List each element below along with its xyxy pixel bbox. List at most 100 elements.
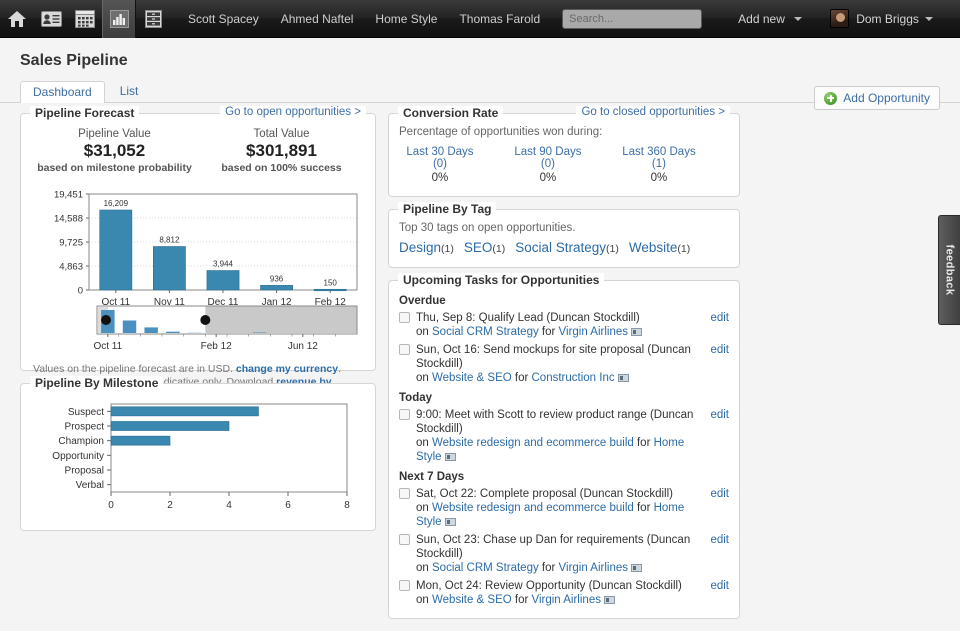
tag-name[interactable]: SEO: [464, 240, 493, 255]
tag-item[interactable]: Website(1): [629, 240, 690, 255]
task-opportunity-link[interactable]: Website redesign and ecommerce build: [432, 502, 634, 514]
go-to-open-opportunities-link[interactable]: Go to open opportunities >: [220, 106, 366, 118]
tag-item[interactable]: Social Strategy(1): [515, 240, 619, 255]
task-edit-link[interactable]: edit: [710, 533, 729, 547]
svg-text:Opportunity: Opportunity: [52, 451, 104, 462]
range-selector-bar: [253, 332, 266, 333]
milestone-bar[interactable]: [111, 407, 259, 416]
conversion-subtitle: Percentage of opportunities won during:: [399, 126, 729, 138]
task-company-link[interactable]: Construction Inc: [532, 372, 615, 384]
last-30-days-value: 0%: [432, 172, 449, 184]
tag-name[interactable]: Design: [399, 240, 441, 255]
svg-text:8,812: 8,812: [159, 236, 180, 245]
search-input[interactable]: [562, 9, 702, 29]
task-row: Mon, Oct 24: Review Opportunity (Duncan …: [399, 578, 729, 610]
milestone-bar[interactable]: [111, 421, 229, 430]
add-new-menu[interactable]: Add new: [738, 12, 802, 26]
nav-link-0[interactable]: Scott Spacey: [188, 12, 259, 26]
task-company-link[interactable]: Virgin Airlines: [532, 594, 601, 606]
task-company-link[interactable]: Virgin Airlines: [559, 562, 628, 574]
milestone-chart[interactable]: SuspectProspectChampionOpportunityPropos…: [31, 396, 365, 521]
task-edit-link[interactable]: edit: [710, 343, 729, 357]
task-opportunity-link[interactable]: Website redesign and ecommerce build: [432, 437, 634, 449]
task-checkbox[interactable]: [399, 409, 410, 420]
feedback-tab[interactable]: feedback: [938, 215, 960, 325]
tag-item[interactable]: SEO(1): [464, 240, 505, 255]
forecast-chart[interactable]: 04,8639,72514,58819,45116,209Oct 118,812…: [31, 182, 365, 355]
task-checkbox[interactable]: [399, 580, 410, 591]
task-on-label: on: [416, 437, 432, 449]
svg-text:Champion: Champion: [58, 436, 104, 447]
forecast-bar[interactable]: [100, 210, 132, 290]
home-icon[interactable]: [0, 0, 34, 38]
tag-item[interactable]: Design(1): [399, 240, 454, 255]
task-edit-link[interactable]: edit: [710, 579, 729, 593]
task-row: Sun, Oct 16: Send mockups for site propo…: [399, 342, 729, 388]
svg-text:0: 0: [78, 286, 83, 297]
total-value-stat: Total Value $301,891 based on 100% succe…: [198, 128, 365, 174]
task-checkbox[interactable]: [399, 488, 410, 499]
forecast-bar[interactable]: [207, 271, 239, 290]
task-checkbox[interactable]: [399, 534, 410, 545]
opportunity-card-icon: [604, 596, 615, 604]
forecast-bar[interactable]: [261, 285, 293, 290]
upcoming-tasks-legend: Upcoming Tasks for Opportunities: [398, 273, 604, 287]
tab-dashboard[interactable]: Dashboard: [20, 81, 105, 103]
task-on-label: on: [416, 594, 432, 606]
forecast-bar[interactable]: [153, 247, 185, 290]
task-row: Sun, Oct 23: Chase up Dan for requiremen…: [399, 532, 729, 578]
pipeline-by-tag-panel: Pipeline By Tag Top 30 tags on open oppo…: [388, 209, 740, 268]
recent-items-links: Scott Spacey Ahmed Naftel Home Style Tho…: [188, 12, 562, 26]
total-value-label: Total Value: [198, 128, 365, 140]
nav-link-3[interactable]: Thomas Farold: [459, 12, 540, 26]
task-opportunity-link[interactable]: Website & SEO: [432, 372, 512, 384]
task-edit-link[interactable]: edit: [710, 311, 729, 325]
last-360-days-link[interactable]: Last 360 Days (1): [615, 146, 703, 170]
add-opportunity-label: Add Opportunity: [843, 91, 930, 105]
last-30-days-link[interactable]: Last 30 Days (0): [399, 146, 481, 170]
task-opportunity-link[interactable]: Social CRM Strategy: [432, 326, 539, 338]
task-edit-link[interactable]: edit: [710, 408, 729, 422]
contacts-icon[interactable]: [34, 0, 68, 38]
tab-list[interactable]: List: [107, 80, 152, 102]
add-new-label: Add new: [738, 12, 785, 26]
milestone-bar[interactable]: [111, 436, 170, 445]
nav-link-1[interactable]: Ahmed Naftel: [281, 12, 354, 26]
last-90-days-link[interactable]: Last 90 Days (0): [507, 146, 589, 170]
task-group-title: Today: [399, 392, 729, 404]
range-handle-right[interactable]: [200, 315, 210, 325]
user-menu[interactable]: Dom Briggs: [830, 9, 933, 28]
task-opportunity-link[interactable]: Website & SEO: [432, 594, 512, 606]
nav-link-2[interactable]: Home Style: [375, 12, 437, 26]
svg-text:0: 0: [108, 500, 114, 511]
task-edit-link[interactable]: edit: [710, 487, 729, 501]
go-to-closed-opportunities-link[interactable]: Go to closed opportunities >: [576, 106, 730, 118]
page-title: Sales Pipeline: [20, 52, 960, 70]
bar-chart-icon[interactable]: [102, 0, 136, 38]
svg-text:Feb 12: Feb 12: [201, 341, 233, 352]
task-checkbox[interactable]: [399, 344, 410, 355]
tag-count: (1): [606, 243, 619, 255]
task-on-label: on: [416, 562, 432, 574]
user-name-label: Dom Briggs: [856, 12, 919, 26]
tag-subtitle: Top 30 tags on open opportunities.: [399, 222, 729, 234]
change-currency-link[interactable]: change my currency: [236, 363, 338, 375]
opportunity-card-icon: [631, 328, 642, 336]
task-row: Thu, Sep 8: Qualify Lead (Duncan Stockdi…: [399, 310, 729, 342]
top-navigation-bar: Scott Spacey Ahmed Naftel Home Style Tho…: [0, 0, 960, 38]
total-value-sub: based on 100% success: [198, 162, 365, 174]
chevron-down-icon: [794, 17, 802, 21]
tag-list: Design(1) SEO(1) Social Strategy(1) Webs…: [399, 240, 729, 255]
task-checkbox[interactable]: [399, 312, 410, 323]
calendar-icon[interactable]: [68, 0, 102, 38]
task-company-link[interactable]: Virgin Airlines: [559, 326, 628, 338]
add-opportunity-button[interactable]: Add Opportunity: [814, 86, 940, 110]
pipeline-by-tag-legend: Pipeline By Tag: [398, 202, 496, 216]
tag-name[interactable]: Website: [629, 240, 678, 255]
task-subtitle: on Website redesign and ecommerce build …: [416, 501, 702, 529]
range-handle-left[interactable]: [101, 315, 111, 325]
tag-name[interactable]: Social Strategy: [515, 240, 606, 255]
task-opportunity-link[interactable]: Social CRM Strategy: [432, 562, 539, 574]
cabinet-icon[interactable]: [136, 0, 170, 38]
svg-text:16,209: 16,209: [104, 199, 129, 208]
